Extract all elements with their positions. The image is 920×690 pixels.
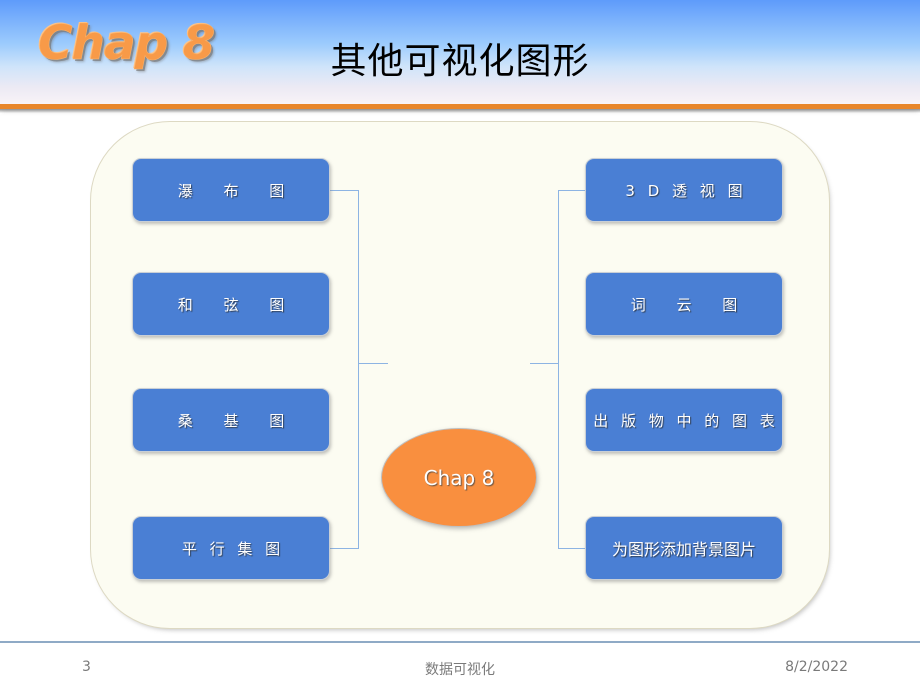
connector-left-to-center: [358, 363, 388, 364]
slide-footer: 3 数据可视化 8/2/2022: [0, 650, 920, 690]
node-parallel-sets-chart[interactable]: 平 行 集 图: [132, 516, 330, 580]
center-node-chapter[interactable]: Chap 8: [381, 428, 537, 527]
node-sankey-chart[interactable]: 桑 基 图: [132, 388, 330, 452]
node-label: 平 行 集 图: [181, 539, 285, 558]
node-label: 为图形添加背景图片: [611, 540, 756, 559]
connector-right-spine: [558, 190, 559, 548]
connector-left-4: [330, 548, 359, 549]
footer-date: 8/2/2022: [785, 659, 848, 675]
node-3d-perspective-chart[interactable]: 3 D 透 视 图: [585, 158, 783, 222]
node-chord-chart[interactable]: 和 弦 图: [132, 272, 330, 336]
connector-center-to-right: [530, 363, 559, 364]
footer-center-text: 数据可视化: [425, 662, 495, 678]
connector-left-1: [330, 190, 359, 191]
connector-right-4: [558, 548, 587, 549]
center-node-label: Chap 8: [423, 465, 495, 490]
node-label: 出 版 物 中 的 图 表: [593, 411, 779, 430]
node-word-cloud-chart[interactable]: 词 云 图: [585, 272, 783, 336]
node-label: 3 D 透 视 图: [625, 181, 747, 200]
connector-right-1: [558, 190, 587, 191]
node-label: 和 弦 图: [177, 295, 298, 314]
connector-left-spine: [358, 190, 359, 548]
node-label: 桑 基 图: [177, 411, 298, 430]
diagram-canvas: 瀑 布 图 和 弦 图 桑 基 图 平 行 集 图 3 D 透 视 图 词 云 …: [0, 113, 920, 638]
node-background-image[interactable]: 为图形添加背景图片: [585, 516, 783, 580]
node-label: 词 云 图: [630, 295, 751, 314]
node-label: 瀑 布 图: [177, 181, 298, 200]
page-title: 其他可视化图形: [330, 41, 590, 82]
slide: Chap 8 其他可视化图形 瀑 布 图 和 弦 图 桑 基 图 平 行 集 图: [0, 0, 920, 690]
node-publication-charts[interactable]: 出 版 物 中 的 图 表: [585, 388, 783, 452]
node-waterfall-chart[interactable]: 瀑 布 图: [132, 158, 330, 222]
footer-divider-rule: [0, 641, 920, 643]
